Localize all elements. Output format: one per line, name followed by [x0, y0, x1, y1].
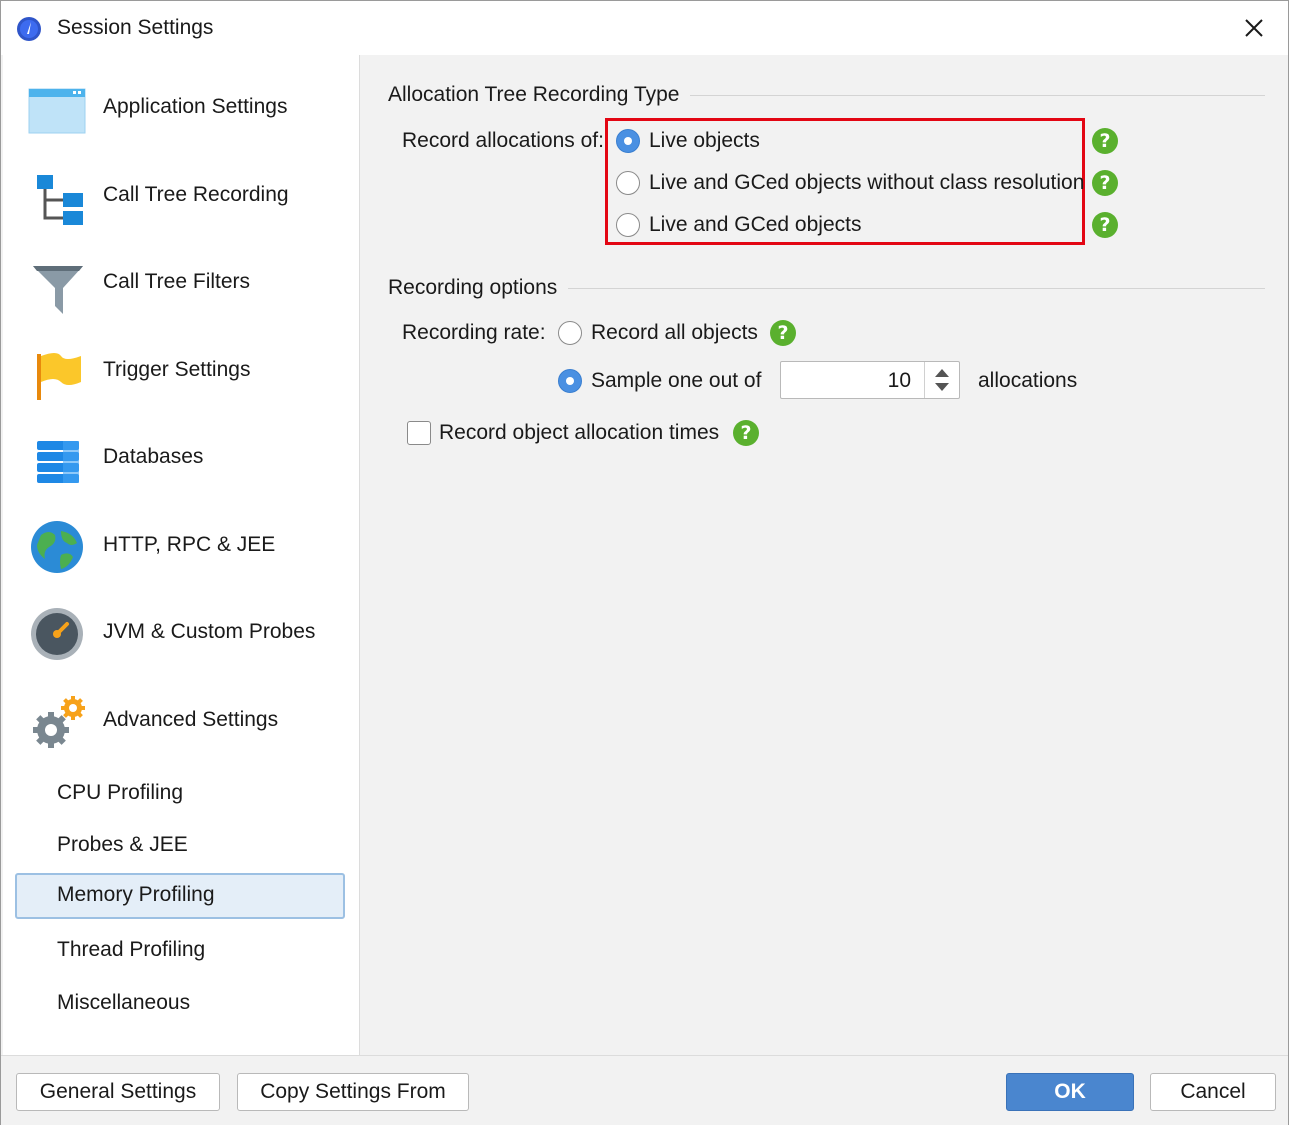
sidebar-item-label: JVM & Custom Probes	[103, 620, 316, 643]
window-icon	[28, 88, 86, 134]
sidebar-item-label: Call Tree Filters	[103, 270, 251, 293]
gauge-icon	[31, 608, 83, 660]
settings-content: Allocation Tree Recording Type Record al…	[360, 55, 1288, 1055]
live-gced-no-class-label: Live and GCed objects without class reso…	[649, 171, 1085, 194]
recording-rate-label: Recording rate:	[402, 321, 546, 344]
chevron-up-icon[interactable]	[935, 369, 949, 377]
help-icon[interactable]: ?	[1092, 170, 1118, 196]
button-bar: General Settings Copy Settings From OK C…	[1, 1055, 1288, 1125]
close-icon[interactable]	[1237, 11, 1271, 45]
record-allocations-label: Record allocations of:	[402, 129, 604, 152]
sidebar-item-label: HTTP, RPC & JEE	[103, 533, 276, 556]
record-times-label: Record object allocation times	[439, 421, 720, 444]
globe-icon	[31, 521, 83, 573]
chevron-down-icon[interactable]	[935, 383, 949, 391]
sidebar-item-jvm-custom-probes[interactable]: JVM & Custom Probes	[3, 594, 359, 674]
sidebar-item-thread-profiling[interactable]: Thread Profiling	[15, 928, 345, 972]
record-all-label: Record all objects	[591, 321, 758, 344]
sample-value[interactable]: 10	[888, 369, 911, 393]
sidebar-item-label: Memory Profiling	[57, 883, 215, 906]
sample-radio[interactable]	[558, 369, 582, 393]
sidebar-item-trigger-settings[interactable]: Trigger Settings	[3, 332, 359, 412]
cancel-button[interactable]: Cancel	[1150, 1073, 1276, 1111]
help-icon[interactable]: ?	[1092, 212, 1118, 238]
sidebar-item-advanced-settings[interactable]: Advanced Settings	[3, 682, 359, 762]
sidebar-item-call-tree-recording[interactable]: Call Tree Recording	[3, 157, 359, 237]
section-divider	[568, 288, 1265, 289]
session-settings-dialog: Session Settings Application Settings Ca…	[0, 0, 1289, 1125]
sidebar-item-http-rpc-jee[interactable]: HTTP, RPC & JEE	[3, 507, 359, 587]
funnel-icon	[33, 266, 83, 314]
live-gced-radio[interactable]	[616, 213, 640, 237]
sidebar-item-label: Call Tree Recording	[103, 183, 289, 206]
sidebar-item-label: Trigger Settings	[103, 358, 251, 381]
record-times-checkbox[interactable]	[407, 421, 431, 445]
live-objects-radio[interactable]	[616, 129, 640, 153]
title-bar: Session Settings	[1, 1, 1288, 55]
sidebar-item-probes-jee[interactable]: Probes & JEE	[15, 823, 345, 867]
help-icon[interactable]: ?	[1092, 128, 1118, 154]
sidebar-item-label: Application Settings	[103, 95, 288, 118]
sidebar-item-memory-profiling[interactable]: Memory Profiling	[15, 873, 345, 919]
app-icon	[17, 17, 41, 41]
sample-stepper[interactable]: 10	[780, 361, 960, 399]
sidebar-item-label: Probes & JEE	[57, 833, 188, 856]
sidebar-item-label: CPU Profiling	[57, 781, 184, 804]
copy-settings-button[interactable]: Copy Settings From	[237, 1073, 469, 1111]
sidebar-item-databases[interactable]: Databases	[3, 419, 359, 499]
live-gced-no-class-radio[interactable]	[616, 171, 640, 195]
allocation-section-title: Allocation Tree Recording Type	[388, 83, 680, 106]
tree-icon	[37, 175, 83, 225]
sidebar-item-label: Databases	[103, 445, 204, 468]
sidebar-item-application-settings[interactable]: Application Settings	[3, 69, 359, 149]
live-gced-label: Live and GCed objects	[649, 213, 862, 236]
sidebar-item-label: Miscellaneous	[57, 991, 191, 1014]
help-icon[interactable]: ?	[770, 320, 796, 346]
live-objects-label: Live objects	[649, 129, 760, 152]
help-icon[interactable]: ?	[733, 420, 759, 446]
gears-icon	[33, 696, 85, 748]
window-title: Session Settings	[57, 16, 214, 39]
sidebar-item-call-tree-filters[interactable]: Call Tree Filters	[3, 244, 359, 324]
sidebar-item-label: Thread Profiling	[57, 938, 206, 961]
sample-label: Sample one out of	[591, 369, 762, 392]
sidebar-item-cpu-profiling[interactable]: CPU Profiling	[15, 771, 345, 815]
sidebar-item-miscellaneous[interactable]: Miscellaneous	[15, 981, 345, 1025]
ok-button[interactable]: OK	[1006, 1073, 1134, 1111]
settings-sidebar: Application Settings Call Tree Recording…	[3, 55, 360, 1055]
flag-icon	[37, 353, 81, 400]
stepper-divider	[924, 362, 925, 398]
record-all-radio[interactable]	[558, 321, 582, 345]
general-settings-button[interactable]: General Settings	[16, 1073, 220, 1111]
section-divider	[690, 95, 1265, 96]
sample-suffix-label: allocations	[978, 369, 1078, 392]
database-icon	[37, 441, 79, 483]
recording-section-title: Recording options	[388, 276, 558, 299]
sidebar-item-label: Advanced Settings	[103, 708, 279, 731]
